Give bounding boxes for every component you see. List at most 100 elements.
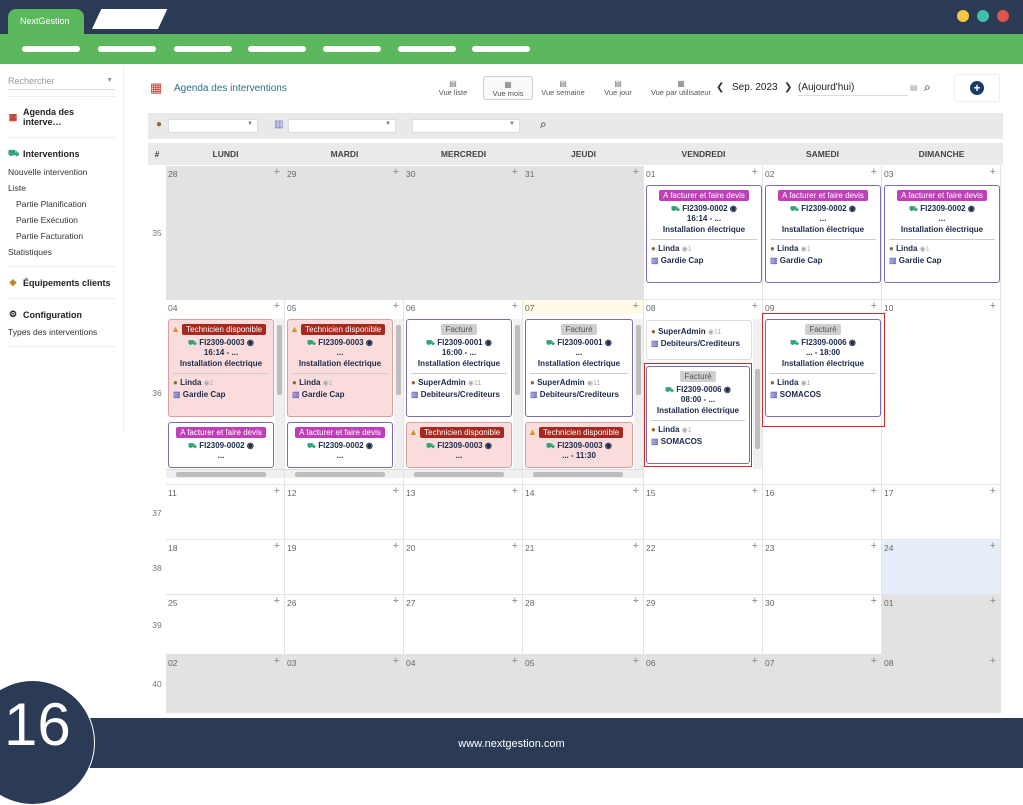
- event-card[interactable]: Facturé ⛟ FI2309-0001 ◉ 16:00 - ... Inst…: [406, 319, 512, 417]
- add-event-plus-icon[interactable]: +: [633, 300, 639, 312]
- add-event-plus-icon[interactable]: +: [990, 300, 996, 312]
- add-event-plus-icon[interactable]: +: [512, 166, 518, 178]
- eye-icon[interactable]: ◉: [968, 204, 975, 213]
- add-event-plus-icon[interactable]: +: [871, 540, 877, 552]
- add-event-plus-icon[interactable]: +: [633, 485, 639, 497]
- horizontal-scrollbar[interactable]: [166, 469, 284, 478]
- sidebar-item-list[interactable]: Liste: [0, 180, 123, 196]
- day-cell[interactable]: 29 +: [644, 595, 763, 655]
- close-dot-icon[interactable]: [997, 10, 1009, 22]
- vertical-scrollbar[interactable]: [634, 319, 643, 469]
- eye-icon[interactable]: ◉: [366, 441, 373, 450]
- event-card[interactable]: A facturer et faire devis ⛟ FI2309-0002 …: [646, 185, 762, 283]
- add-event-plus-icon[interactable]: +: [274, 595, 280, 607]
- eye-icon[interactable]: ◉: [366, 338, 373, 347]
- sidebar-item-stats[interactable]: Statistiques: [0, 244, 123, 260]
- add-event-plus-icon[interactable]: +: [274, 540, 280, 552]
- add-event-plus-icon[interactable]: +: [871, 300, 877, 312]
- eye-icon[interactable]: ◉: [485, 441, 492, 450]
- add-event-plus-icon[interactable]: +: [274, 166, 280, 178]
- eye-icon[interactable]: ◉: [605, 441, 612, 450]
- eye-icon[interactable]: ◉: [247, 441, 254, 450]
- add-event-plus-icon[interactable]: +: [393, 485, 399, 497]
- vertical-scrollbar[interactable]: [275, 319, 284, 469]
- day-cell[interactable]: 31 +: [523, 166, 644, 300]
- add-event-plus-icon[interactable]: +: [990, 166, 996, 178]
- add-event-plus-icon[interactable]: +: [752, 655, 758, 667]
- minimize-dot-icon[interactable]: [957, 10, 969, 22]
- vertical-scrollbar[interactable]: [753, 319, 762, 469]
- eye-icon[interactable]: ◉: [730, 204, 737, 213]
- sidebar-item-agenda[interactable]: ▦ Agenda des interve…: [0, 103, 123, 131]
- event-card[interactable]: A facturer et faire devis ⛟ FI2309-0002 …: [287, 422, 393, 468]
- horizontal-scrollbar[interactable]: [404, 469, 522, 478]
- chevron-left-icon[interactable]: ❮: [716, 82, 724, 93]
- add-event-plus-icon[interactable]: +: [871, 595, 877, 607]
- add-event-plus-icon[interactable]: +: [990, 540, 996, 552]
- day-cell[interactable]: 18 +: [166, 540, 285, 595]
- today-link[interactable]: (Aujourd'hui): [798, 82, 908, 96]
- add-event-plus-icon[interactable]: +: [871, 485, 877, 497]
- day-cell[interactable]: 10 +: [882, 300, 1001, 485]
- sidebar-item-billing[interactable]: Partie Facturation: [0, 228, 123, 244]
- menu-placeholder-1[interactable]: [22, 46, 80, 52]
- view-month-button[interactable]: ▦ Vue mois: [483, 76, 533, 100]
- day-cell[interactable]: 28 +: [166, 166, 285, 300]
- add-event-plus-icon[interactable]: +: [871, 166, 877, 178]
- event-card[interactable]: ● SuperAdmin ◉11 ▥ Debiteurs/Crediteurs: [646, 320, 752, 360]
- add-event-plus-icon[interactable]: +: [633, 540, 639, 552]
- add-event-plus-icon[interactable]: +: [752, 485, 758, 497]
- event-card[interactable]: ▲ Technicien disponible ⛟ FI2309-0003 ◉ …: [168, 319, 274, 417]
- add-event-plus-icon[interactable]: +: [633, 595, 639, 607]
- add-event-plus-icon[interactable]: +: [512, 300, 518, 312]
- day-cell[interactable]: 12 +: [285, 485, 404, 540]
- sidebar-item-planning[interactable]: Partie Planification: [0, 196, 123, 212]
- view-list-button[interactable]: ▤ Vue liste: [428, 76, 478, 100]
- event-card[interactable]: A facturer et faire devis ⛟ FI2309-0002 …: [884, 185, 1000, 283]
- eye-icon[interactable]: ◉: [247, 338, 254, 347]
- app-tab[interactable]: NextGestion: [8, 9, 84, 34]
- add-event-plus-icon[interactable]: +: [752, 595, 758, 607]
- sidebar-item-config[interactable]: ⚙ Configuration: [0, 305, 123, 324]
- sidebar-item-interventions[interactable]: ⛟ Interventions: [0, 144, 123, 164]
- day-cell[interactable]: 15 +: [644, 485, 763, 540]
- sidebar-item-new-intervention[interactable]: Nouvelle intervention: [0, 164, 123, 180]
- add-event-plus-icon[interactable]: +: [871, 655, 877, 667]
- add-event-plus-icon[interactable]: +: [990, 655, 996, 667]
- day-cell[interactable]: 29 +: [285, 166, 404, 300]
- add-event-plus-icon[interactable]: +: [633, 655, 639, 667]
- add-event-plus-icon[interactable]: +: [752, 166, 758, 178]
- event-card[interactable]: A facturer et faire devis ⛟ FI2309-0002 …: [168, 422, 274, 468]
- vertical-scrollbar[interactable]: [513, 319, 522, 469]
- add-event-plus-icon[interactable]: +: [990, 595, 996, 607]
- view-week-button[interactable]: ▤ Vue semaine: [538, 76, 588, 100]
- day-cell[interactable]: 27 +: [404, 595, 523, 655]
- search-icon[interactable]: ⌕: [540, 117, 547, 132]
- day-cell[interactable]: 23 +: [763, 540, 882, 595]
- new-tab[interactable]: [92, 9, 168, 29]
- day-cell[interactable]: 21 +: [523, 540, 644, 595]
- add-event-plus-icon[interactable]: +: [274, 485, 280, 497]
- horizontal-scrollbar[interactable]: [523, 469, 643, 478]
- client-filter-select[interactable]: ▼: [288, 119, 396, 133]
- add-event-plus-icon[interactable]: +: [512, 540, 518, 552]
- type-filter-select[interactable]: ▼: [412, 119, 520, 133]
- menu-placeholder-6[interactable]: [398, 46, 456, 52]
- maximize-dot-icon[interactable]: [977, 10, 989, 22]
- add-event-plus-icon[interactable]: +: [990, 485, 996, 497]
- view-by-user-button[interactable]: ▦ Vue par utilisateur: [650, 76, 712, 100]
- event-card[interactable]: A facturer et faire devis ⛟ FI2309-0002 …: [765, 185, 881, 283]
- add-event-plus-icon[interactable]: +: [512, 595, 518, 607]
- add-event-plus-icon[interactable]: +: [512, 655, 518, 667]
- horizontal-scrollbar[interactable]: [285, 469, 403, 478]
- day-cell[interactable]: 05 +: [523, 655, 644, 713]
- sidebar-item-types[interactable]: Types des interventions: [0, 324, 123, 340]
- day-cell[interactable]: 17 +: [882, 485, 1001, 540]
- sidebar-item-execution[interactable]: Partie Exécution: [0, 212, 123, 228]
- day-cell[interactable]: 24 +: [882, 540, 1001, 595]
- day-cell[interactable]: 08 +: [882, 655, 1001, 713]
- add-event-plus-icon[interactable]: +: [633, 166, 639, 178]
- day-cell[interactable]: 28 +: [523, 595, 644, 655]
- event-card[interactable]: ▲ Technicien disponible ⛟ FI2309-0003 ◉ …: [525, 422, 633, 468]
- chevron-right-icon[interactable]: ❯: [784, 82, 792, 93]
